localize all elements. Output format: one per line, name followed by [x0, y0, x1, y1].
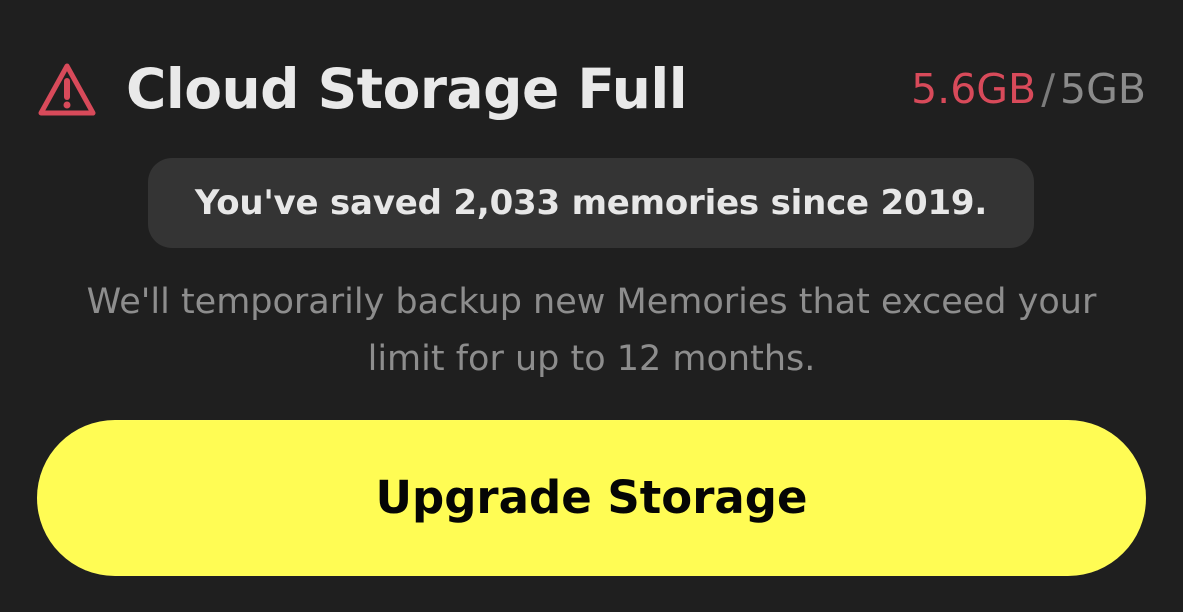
used-storage-value: 5.6GB — [911, 65, 1037, 113]
storage-limit-value: 5GB — [1060, 65, 1146, 113]
memories-saved-badge: You've saved 2,033 memories since 2019. — [148, 158, 1034, 248]
backup-information: We'll temporarily backup new Memories th… — [86, 282, 1097, 379]
page-title: Cloud Storage Full — [126, 57, 688, 121]
upgrade-storage-button[interactable]: Upgrade Storage — [37, 420, 1146, 576]
storage-usage: 5.6GB/5GB — [911, 59, 1146, 119]
storage-header: Cloud Storage Full 5.6GB/5GB — [38, 52, 1148, 128]
cloud-storage-full-card: Cloud Storage Full 5.6GB/5GB You've save… — [0, 0, 1183, 612]
warning-icon — [38, 63, 96, 116]
storage-separator: / — [1041, 65, 1056, 113]
